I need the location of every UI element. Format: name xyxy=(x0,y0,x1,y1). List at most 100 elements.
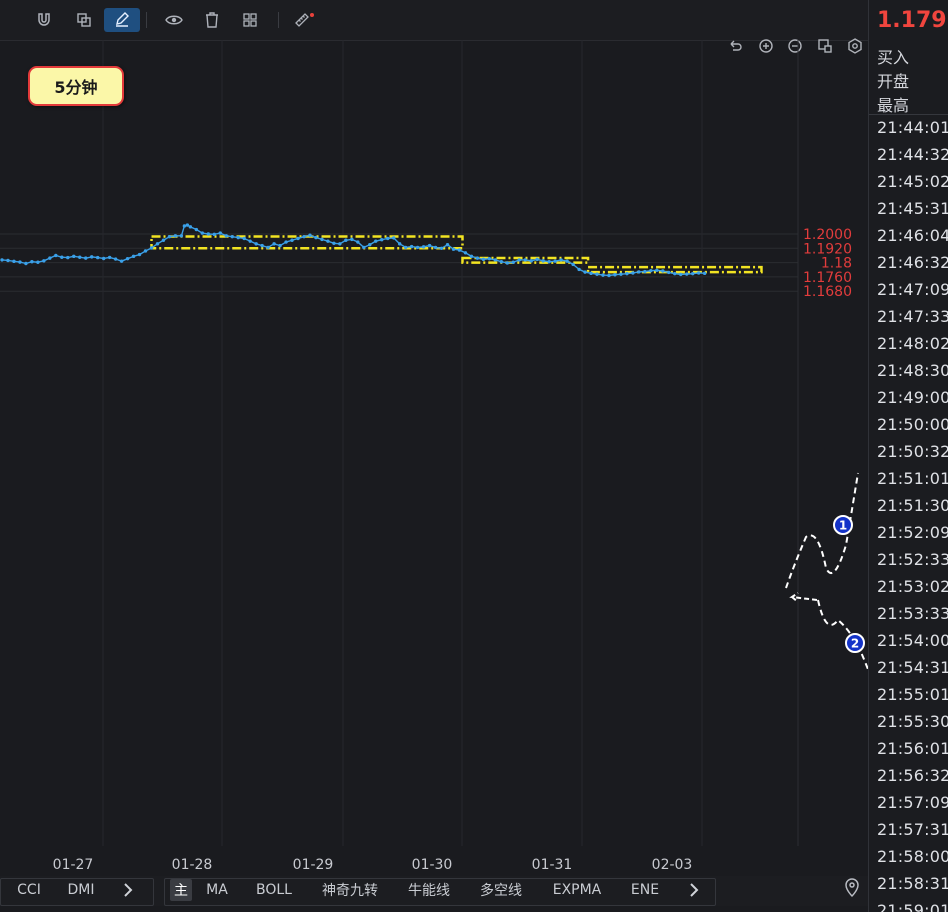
bid-label: 买入 xyxy=(877,48,910,67)
price-point xyxy=(95,255,100,260)
price-point xyxy=(266,245,270,250)
price-point xyxy=(690,271,695,276)
price-point xyxy=(421,245,426,249)
time-row: 21:56:32 xyxy=(877,766,948,785)
price-point xyxy=(72,254,76,259)
price-point xyxy=(101,256,106,261)
tab-magic-nine[interactable]: 神奇九转 xyxy=(314,879,386,901)
price-point xyxy=(475,256,480,260)
eye-icon[interactable] xyxy=(156,8,192,32)
price-point xyxy=(637,270,641,274)
time-row: 21:58:31 xyxy=(877,874,948,893)
location-pin-icon[interactable] xyxy=(840,876,864,900)
price-point xyxy=(326,239,330,243)
tab-long-short-line[interactable]: 多空线 xyxy=(472,879,530,901)
price-point xyxy=(499,260,504,264)
price-point xyxy=(613,273,617,277)
price-line xyxy=(0,223,707,278)
x-tick-label: 01-31 xyxy=(532,857,573,873)
tab-cci[interactable]: CCI xyxy=(8,879,50,901)
price-point xyxy=(212,232,216,237)
price-point xyxy=(445,243,450,247)
trash-icon[interactable] xyxy=(194,8,230,32)
price-point xyxy=(696,271,701,275)
time-row: 21:46:32 xyxy=(877,253,948,272)
price-point xyxy=(332,241,336,245)
shapes-icon[interactable] xyxy=(232,8,268,32)
price-point xyxy=(559,258,563,262)
price-point xyxy=(36,260,40,264)
time-row: 21:45:02 xyxy=(877,172,948,191)
price-point xyxy=(493,258,498,262)
ruler-icon[interactable] xyxy=(284,8,320,32)
notification-dot xyxy=(310,13,314,17)
tab-main[interactable]: 主 xyxy=(170,879,192,901)
layers-icon[interactable] xyxy=(66,8,102,32)
price-point xyxy=(547,260,551,264)
price-point xyxy=(182,224,187,228)
price-point xyxy=(481,257,486,262)
price-point xyxy=(505,261,510,265)
time-row: 21:44:32 xyxy=(877,145,948,164)
tab-ma[interactable]: MA xyxy=(200,879,234,901)
chevron-right-icon[interactable] xyxy=(114,879,142,901)
price-point xyxy=(362,245,366,250)
time-row: 21:47:09 xyxy=(877,280,948,299)
price-point xyxy=(6,258,10,263)
price-point xyxy=(427,243,432,248)
price-point xyxy=(290,238,294,242)
price-point xyxy=(487,256,492,261)
price-point xyxy=(12,259,16,264)
price-point xyxy=(320,237,324,242)
drawing-toolbar xyxy=(0,0,868,41)
price-point xyxy=(583,270,587,274)
price-point xyxy=(386,236,390,241)
marker-2-label: 2 xyxy=(851,637,859,651)
price-point xyxy=(344,238,348,242)
price-point xyxy=(338,242,342,246)
price-point xyxy=(463,251,468,255)
x-tick-label: 02-03 xyxy=(652,857,693,873)
price-point xyxy=(278,243,282,248)
tab-dmi[interactable]: DMI xyxy=(58,879,104,901)
quote-panel: 1.1796 买入 开盘 最高 21:44:01 21:44:32 21:45:02… xyxy=(868,0,948,912)
tab-ene[interactable]: ENE xyxy=(624,879,666,901)
tab-bull-line[interactable]: 牛能线 xyxy=(400,879,458,901)
price-point xyxy=(643,269,647,274)
time-row: 21:51:01 xyxy=(877,469,948,488)
time-row: 21:54:00 xyxy=(877,631,948,650)
price-point xyxy=(601,273,605,277)
price-point xyxy=(625,271,629,276)
price-point xyxy=(457,248,462,252)
price-chart[interactable]: 1.20001.19201.181.17601.1680 01-27 01-28 0… xyxy=(0,40,868,876)
price-point xyxy=(535,257,539,262)
price-point xyxy=(125,256,130,261)
price-point xyxy=(254,242,258,246)
price-point xyxy=(439,246,444,250)
time-row: 21:46:04 xyxy=(877,226,948,245)
price-point xyxy=(113,257,118,261)
price-point xyxy=(469,254,474,259)
price-point xyxy=(541,259,545,263)
price-point xyxy=(107,255,112,260)
price-point xyxy=(167,234,172,239)
x-tick-label: 01-30 xyxy=(412,857,453,873)
time-row: 21:48:30 xyxy=(877,361,948,380)
price-point xyxy=(284,240,288,244)
pencil-icon[interactable] xyxy=(104,8,140,32)
time-row: 21:52:33 xyxy=(877,550,948,569)
price-point xyxy=(200,231,205,235)
projection-arrow xyxy=(789,592,818,603)
time-row: 21:52:09 xyxy=(877,523,948,542)
price-point xyxy=(661,269,665,273)
price-point xyxy=(302,234,306,239)
time-row: 21:47:33 xyxy=(877,307,948,326)
price-point xyxy=(517,258,521,262)
price-point xyxy=(589,271,593,276)
chevron-right-icon[interactable] xyxy=(680,879,708,901)
magnet-icon[interactable] xyxy=(26,8,62,32)
tab-boll[interactable]: BOLL xyxy=(250,879,298,901)
price-point xyxy=(314,235,318,240)
price-point xyxy=(248,239,252,243)
tab-expma[interactable]: EXPMA xyxy=(546,879,608,901)
